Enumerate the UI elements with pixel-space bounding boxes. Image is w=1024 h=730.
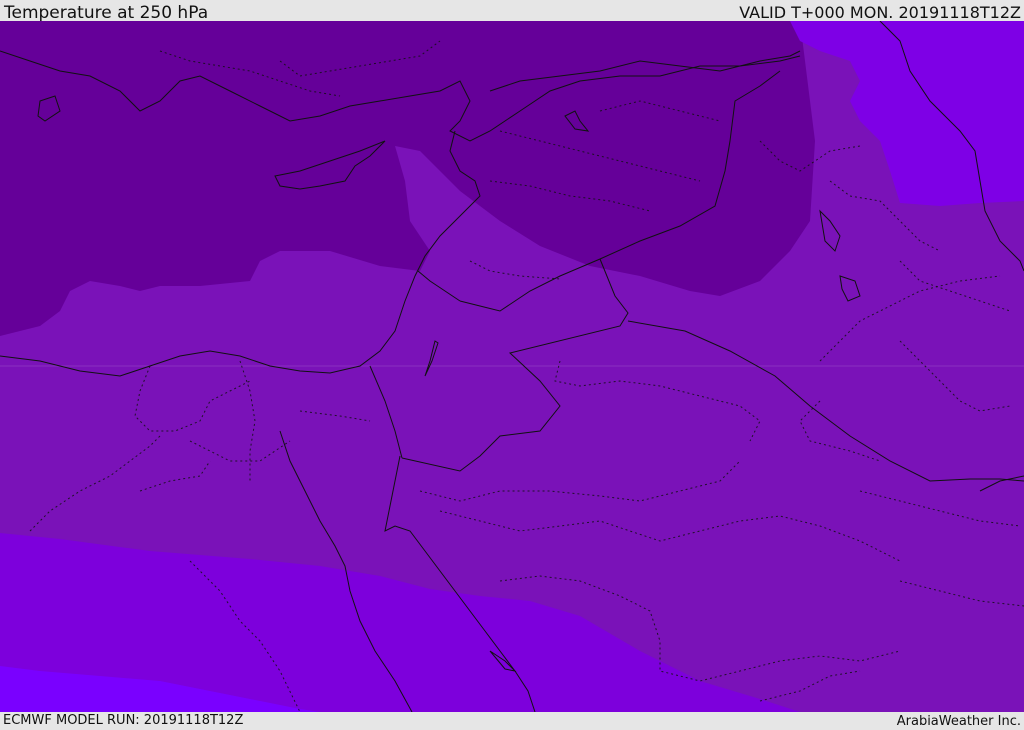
header-bar: Temperature at 250 hPa VALID T+000 MON. …	[0, 0, 1024, 23]
temperature-map-svg	[0, 21, 1024, 712]
credit-label: ArabiaWeather Inc.	[896, 714, 1021, 729]
map-title: Temperature at 250 hPa	[4, 3, 209, 23]
model-run-label: ECMWF MODEL RUN: 20191118T12Z	[3, 713, 244, 728]
footer-bar: ECMWF MODEL RUN: 20191118T12Z ArabiaWeat…	[0, 712, 1024, 729]
valid-time: VALID T+000 MON. 20191118T12Z	[739, 3, 1021, 22]
weather-map	[0, 21, 1024, 712]
